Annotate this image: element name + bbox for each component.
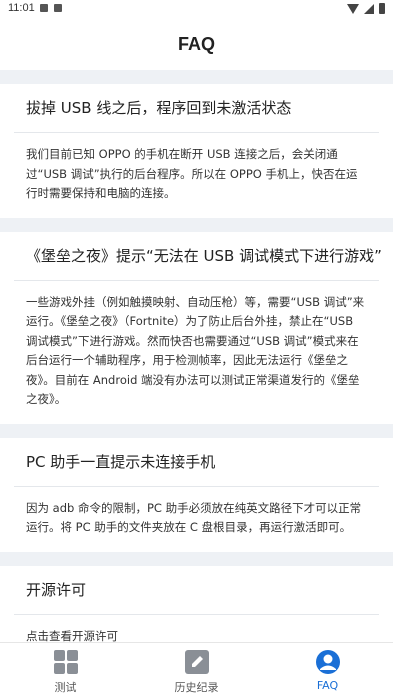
notification-icon xyxy=(54,4,62,12)
faq-answer: 我们目前已知 OPPO 的手机在断开 USB 连接之后，会关闭通过“USB 调试… xyxy=(26,147,358,200)
faq-list[interactable]: 拔掉 USB 线之后，程序回到未激活状态 我们目前已知 OPPO 的手机在断开 … xyxy=(0,70,393,642)
faq-item[interactable]: PC 助手一直提示未连接手机 因为 adb 命令的限制，PC 助手必须放在纯英文… xyxy=(0,437,393,552)
status-time: 11:01 xyxy=(8,2,35,14)
nav-tab-test[interactable]: 测试 xyxy=(0,643,131,700)
nav-label: FAQ xyxy=(316,679,339,692)
page-title: FAQ xyxy=(177,34,215,54)
faq-item[interactable]: 开源许可 点击查看开源许可 xyxy=(0,565,393,643)
system-icons xyxy=(347,3,385,14)
notification-icons xyxy=(40,4,62,12)
grid-icon xyxy=(53,650,78,674)
signal-icon xyxy=(364,3,374,14)
app-header: FAQ xyxy=(0,18,393,70)
bottom-navigation: 测试 历史纪录 FAQ xyxy=(0,642,393,700)
battery-icon xyxy=(379,3,385,14)
user-icon xyxy=(315,650,340,674)
status-bar: 11:01 xyxy=(0,0,393,18)
faq-item[interactable]: 拔掉 USB 线之后，程序回到未激活状态 我们目前已知 OPPO 的手机在断开 … xyxy=(0,84,393,218)
faq-item[interactable]: 《堡垒之夜》提示“无法在 USB 调试模式下进行游戏” 一些游戏外挂（例如触摸映… xyxy=(0,231,393,424)
nav-tab-faq[interactable]: FAQ xyxy=(262,643,393,700)
notification-icon xyxy=(40,4,48,12)
nav-label: 历史纪录 xyxy=(174,681,219,694)
wifi-icon xyxy=(347,3,359,14)
nav-tab-history[interactable]: 历史纪录 xyxy=(131,643,262,700)
faq-question[interactable]: PC 助手一直提示未连接手机 xyxy=(0,438,393,486)
faq-question[interactable]: 《堡垒之夜》提示“无法在 USB 调试模式下进行游戏” xyxy=(0,232,393,280)
faq-question[interactable]: 拔掉 USB 线之后，程序回到未激活状态 xyxy=(0,84,393,132)
nav-label: 测试 xyxy=(54,681,77,694)
faq-answer: 一些游戏外挂（例如触摸映射、自动压枪）等，需要“USB 调试”来运行。《堡垒之夜… xyxy=(26,294,365,407)
edit-history-icon xyxy=(184,650,209,674)
faq-answer[interactable]: 点击查看开源许可 xyxy=(0,615,393,643)
faq-answer: 因为 adb 命令的限制，PC 助手必须放在纯英文路径下才可以正常运行。将 PC… xyxy=(26,500,362,535)
faq-question[interactable]: 开源许可 xyxy=(0,566,393,614)
